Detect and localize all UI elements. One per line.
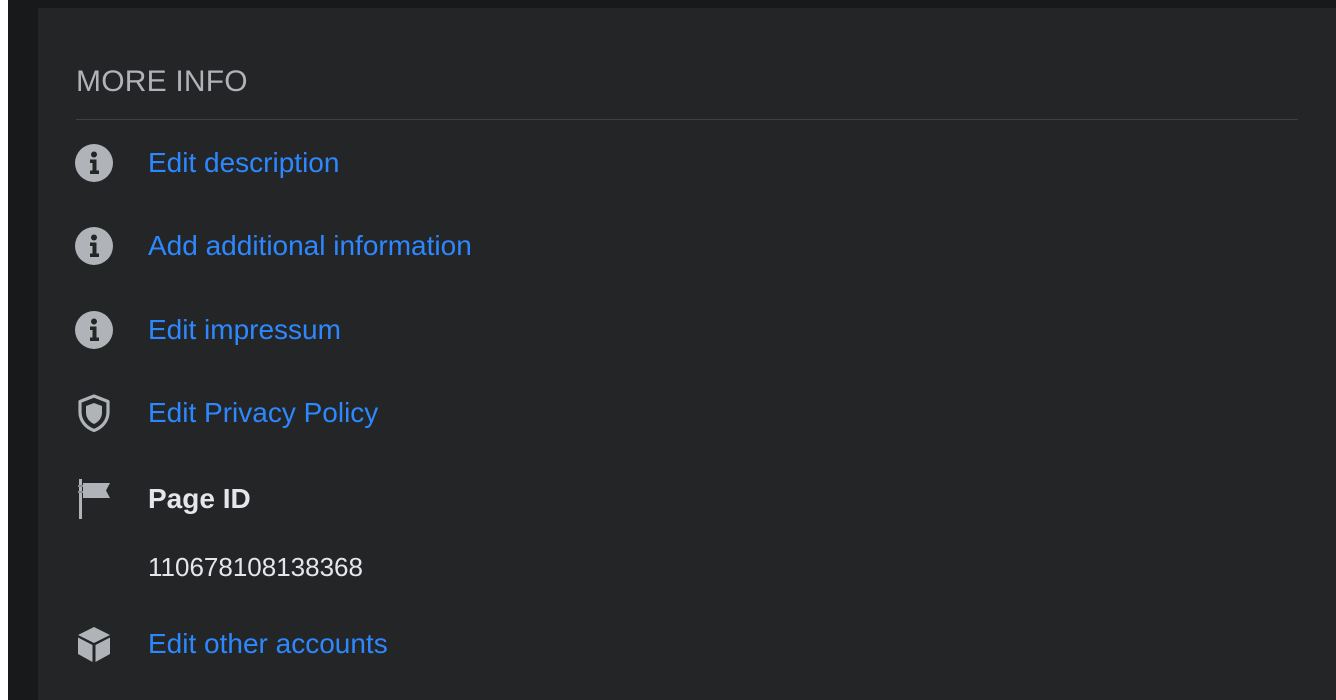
edit-other-accounts-link[interactable]: Edit other accounts (148, 626, 388, 662)
section-divider (76, 119, 1298, 120)
page-id-row: Page ID (72, 477, 772, 521)
edit-other-accounts-row[interactable]: Edit other accounts (72, 622, 772, 666)
add-additional-information-link[interactable]: Add additional information (148, 228, 472, 264)
add-additional-information-row[interactable]: Add additional information (72, 224, 772, 268)
info-icon (72, 224, 116, 268)
more-info-card (38, 8, 1336, 700)
edit-privacy-policy-row[interactable]: Edit Privacy Policy (72, 391, 772, 435)
edit-impressum-link[interactable]: Edit impressum (148, 312, 341, 348)
edit-description-row[interactable]: Edit description (72, 141, 772, 185)
page: MORE INFO Edit description Add additiona… (0, 0, 1336, 700)
section-title: MORE INFO (76, 65, 248, 98)
cube-icon (72, 622, 116, 666)
flag-icon (72, 477, 116, 521)
page-id-label: Page ID (148, 483, 251, 514)
info-icon (72, 308, 116, 352)
page-id-value: 110678108138368 (148, 552, 363, 582)
info-icon (72, 141, 116, 185)
edit-impressum-row[interactable]: Edit impressum (72, 308, 772, 352)
edit-privacy-policy-link[interactable]: Edit Privacy Policy (148, 395, 378, 431)
shield-icon (72, 391, 116, 435)
window-edge (0, 0, 8, 700)
edit-description-link[interactable]: Edit description (148, 145, 339, 181)
left-rail (8, 0, 38, 700)
